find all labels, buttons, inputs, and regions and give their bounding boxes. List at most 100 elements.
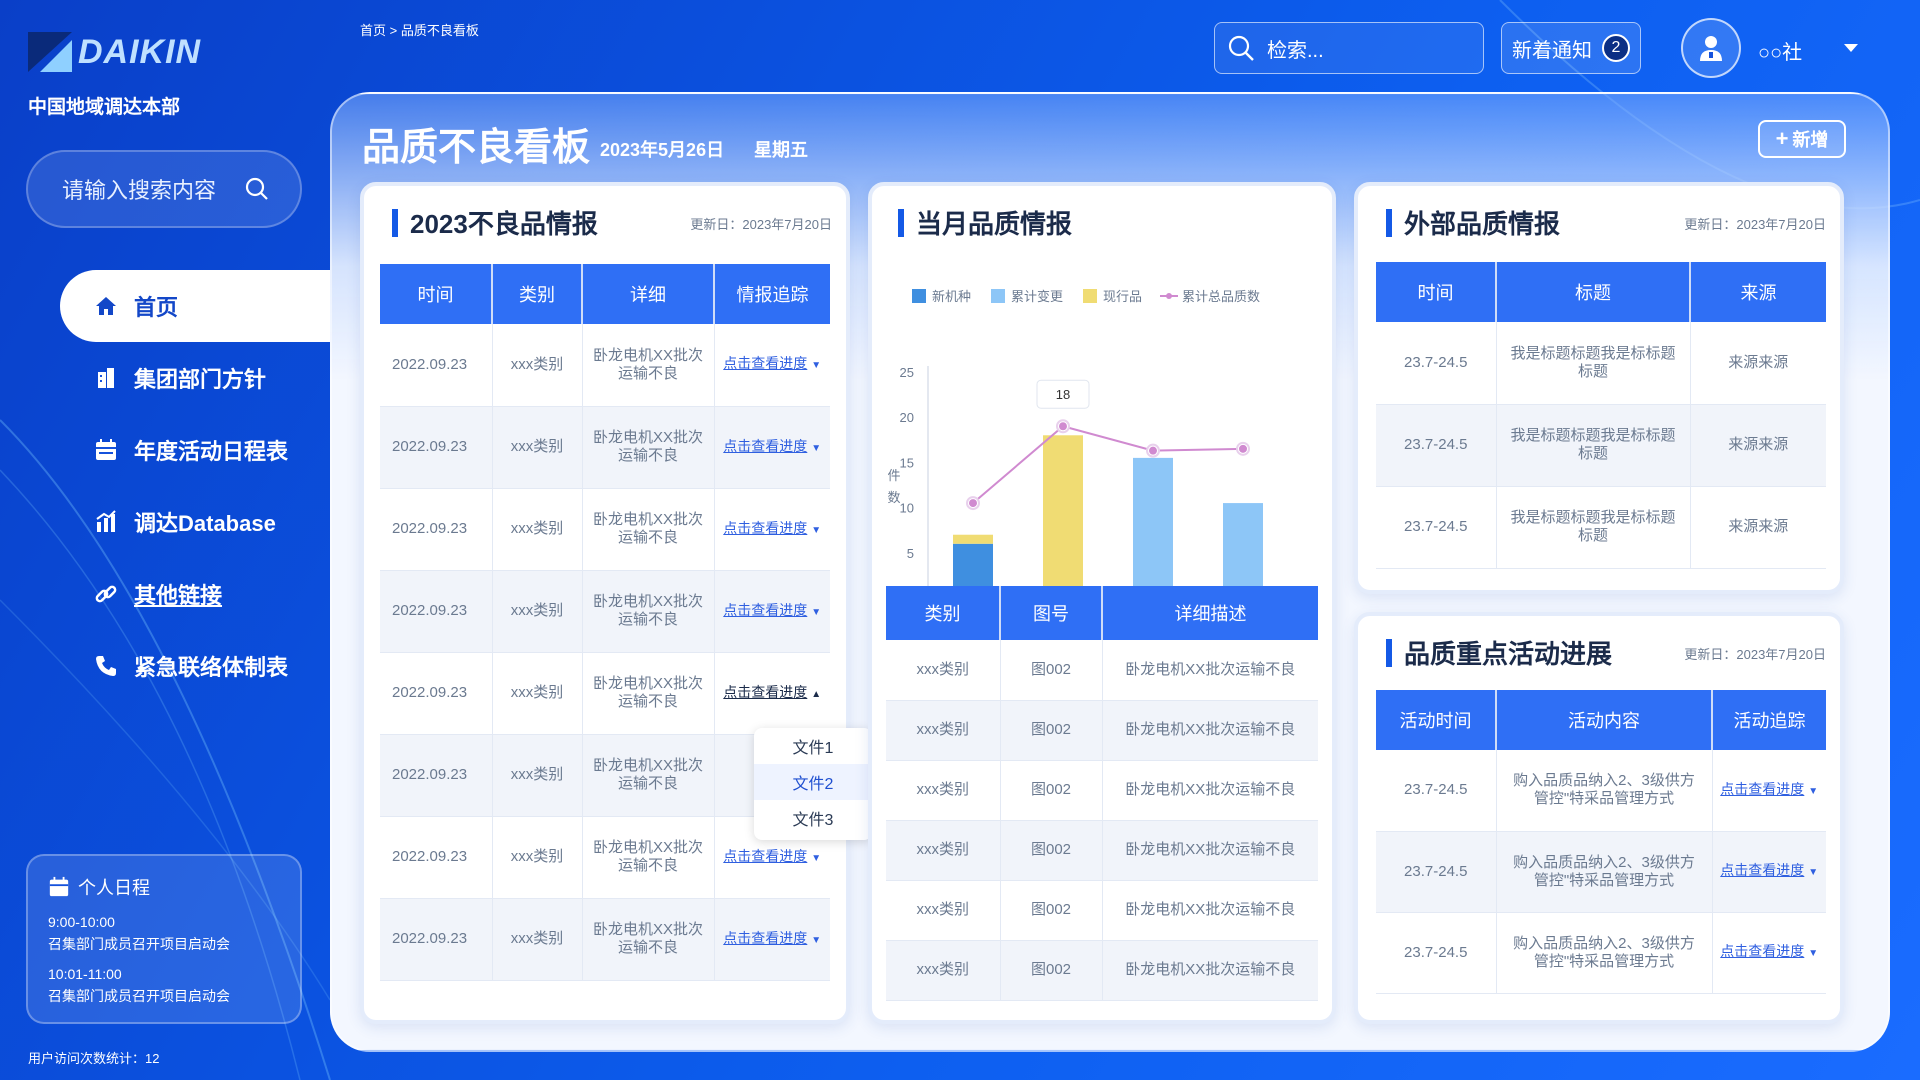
- track-link-label: 点击查看进度: [723, 437, 808, 454]
- table-cell: 卧龙电机XX批次运输不良: [582, 816, 715, 899]
- column-header: 标题: [1496, 262, 1691, 322]
- caret-down-icon[interactable]: ▼: [811, 850, 821, 868]
- line-point: [1239, 444, 1247, 453]
- table-cell: 图002: [1000, 820, 1103, 881]
- caret-down-icon[interactable]: ▼: [811, 604, 821, 622]
- defects-card: 2023不良品情报 更新日：2023年7月20日 时间 类别 详细 情报追踪 2…: [360, 182, 850, 1024]
- table-cell: 2022.09.23: [380, 488, 493, 571]
- caret-down-icon[interactable]: ▼: [811, 357, 821, 375]
- track-progress-link[interactable]: 点击查看进度 ▼: [723, 438, 821, 454]
- table-cell: 点击查看进度 ▼: [1712, 912, 1826, 994]
- dropdown-option[interactable]: 文件3: [754, 800, 872, 836]
- track-progress-link[interactable]: 点击查看进度 ▼: [723, 848, 821, 864]
- cell-text: 2022.09.23: [392, 766, 468, 783]
- cell-text: 购入品质品纳入2、3级供方管控"特采品管理方式: [1513, 772, 1695, 808]
- table-row: 23.7-24.5 我是标题标题我是标标题标题 来源来源: [1376, 322, 1826, 405]
- track-progress-link[interactable]: 点击查看进度 ▼: [1720, 943, 1818, 959]
- sidebar-search-input[interactable]: 请输入搜索内容: [26, 150, 302, 228]
- caret-down-icon[interactable]: ▼: [811, 522, 821, 540]
- notification-label: 新着通知: [1512, 39, 1592, 62]
- track-progress-link[interactable]: 点击查看进度 ▼: [1720, 862, 1818, 878]
- table-cell: 卧龙电机XX批次运输不良: [1102, 820, 1318, 881]
- table-cell: 图002: [1000, 940, 1103, 1001]
- y-tick-label: 20: [900, 410, 914, 425]
- table-row: 2022.09.23 xxx类别 卧龙电机XX批次运输不良 点击查看进度 ▲: [380, 652, 830, 735]
- cell-text: 23.7-24.5: [1404, 353, 1468, 371]
- card-title: 品质重点活动进展: [1404, 639, 1613, 669]
- table-cell: 卧龙电机XX批次运输不良: [582, 488, 715, 571]
- cell-text: 我是标题标题我是标标题标题: [1510, 427, 1676, 462]
- table-cell: 2022.09.23: [380, 652, 493, 735]
- table-cell: 23.7-24.5: [1376, 404, 1497, 487]
- table-cell: xxx类别: [492, 898, 583, 981]
- caret-down-icon[interactable]: ▼: [1808, 945, 1818, 963]
- track-progress-link[interactable]: 点击查看进度 ▼: [723, 520, 821, 536]
- table-row: xxx类别 图002 卧龙电机XX批次运输不良: [886, 700, 1318, 761]
- caret-down-icon[interactable]: ▼: [811, 440, 821, 458]
- track-progress-link[interactable]: 点击查看进度 ▼: [723, 930, 821, 946]
- search-icon[interactable]: [244, 176, 270, 202]
- table-cell: xxx类别: [492, 488, 583, 571]
- track-progress-link[interactable]: 点击查看进度 ▼: [723, 602, 821, 618]
- table-cell: xxx类别: [492, 570, 583, 653]
- dropdown-option[interactable]: 文件2: [754, 764, 872, 800]
- user-name[interactable]: ○○社: [1758, 36, 1802, 65]
- monthly-table: 类别 图号 详细描述 xxx类别 图002 卧龙电机XX批次运输不良 xxx类别 图00…: [886, 586, 1318, 1001]
- sidebar-item-home[interactable]: 首页: [60, 270, 330, 342]
- activity-table: 活动时间 活动内容 活动追踪 23.7-24.5 购入品质品纳入2、3级供方管控"…: [1376, 690, 1826, 994]
- add-button[interactable]: + 新增: [1758, 120, 1846, 158]
- sidebar-item-label: 集团部门方针: [134, 367, 267, 392]
- visit-count: 用户访问次数统计：12: [28, 1051, 160, 1066]
- table-cell: 卧龙电机XX批次运输不良: [1102, 940, 1318, 1001]
- table-cell: xxx类别: [886, 880, 1001, 941]
- cell-text: 图002: [1030, 781, 1072, 798]
- notification-badge: 2: [1602, 34, 1630, 62]
- sidebar-item-emergency[interactable]: 紧急联络体制表: [60, 630, 330, 702]
- avatar[interactable]: [1681, 18, 1741, 78]
- track-link-label: 点击查看进度: [723, 929, 808, 946]
- chevron-down-icon[interactable]: [1844, 44, 1858, 52]
- table-row: xxx类别 图002 卧龙电机XX批次运输不良: [886, 820, 1318, 881]
- line-point: [1149, 446, 1157, 455]
- brand-logo[interactable]: DAIKIN: [28, 32, 201, 72]
- y-tick-label: 5: [907, 546, 914, 561]
- cell-text: 购入品质品纳入2、3级供方管控"特采品管理方式: [1513, 934, 1695, 970]
- notification-button[interactable]: 新着通知 2: [1501, 22, 1641, 74]
- y-tick-label: 10: [900, 501, 914, 516]
- track-progress-link[interactable]: 点击查看进度 ▼: [1720, 781, 1818, 797]
- table-cell: 卧龙电机XX批次运输不良: [1102, 880, 1318, 941]
- track-progress-link[interactable]: 点击查看进度 ▼: [723, 355, 821, 371]
- cell-text: 卧龙电机XX批次运输不良: [592, 757, 703, 792]
- caret-down-icon[interactable]: ▼: [1808, 864, 1818, 882]
- external-card: 外部品质情报 更新日：2023年7月20日 时间 标题 来源 23.7-24.5…: [1354, 182, 1844, 594]
- cell-text: xxx类别: [510, 930, 564, 947]
- table-row: 2022.09.23 xxx类别 卧龙电机XX批次运输不良 点击查看进度 ▼: [380, 570, 830, 653]
- table-cell: 来源来源: [1690, 322, 1826, 405]
- cell-text: 卧龙电机XX批次运输不良: [592, 429, 703, 464]
- cell-text: xxx类别: [510, 438, 564, 455]
- table-cell: 23.7-24.5: [1376, 831, 1497, 913]
- cell-text: 卧龙电机XX批次运输不良: [592, 593, 703, 628]
- sidebar-item-policy[interactable]: 集团部门方针: [60, 342, 330, 414]
- top-search-input[interactable]: 检索...: [1214, 22, 1484, 74]
- table-cell: 点击查看进度 ▼: [1712, 750, 1826, 832]
- table-cell: 23.7-24.5: [1376, 750, 1497, 832]
- legend-marker: [1166, 293, 1172, 299]
- sidebar-item-database[interactable]: 调达Database: [60, 486, 330, 558]
- table-row: 23.7-24.5 购入品质品纳入2、3级供方管控"特采品管理方式 点击查看进度 ▼: [1376, 912, 1826, 994]
- table-cell: 卧龙电机XX批次运输不良: [1102, 640, 1318, 701]
- caret-down-icon[interactable]: ▼: [1808, 783, 1818, 801]
- sidebar-item-label: 年度活动日程表: [134, 439, 289, 464]
- cell-text: 23.7-24.5: [1404, 943, 1468, 961]
- sidebar-item-links[interactable]: 其他链接: [60, 558, 330, 630]
- sidebar-item-calendar[interactable]: 年度活动日程表: [60, 414, 330, 486]
- user-icon: [1700, 36, 1722, 61]
- caret-up-icon[interactable]: ▲: [811, 686, 821, 704]
- column-header: 图号: [1000, 586, 1103, 640]
- track-progress-link[interactable]: 点击查看进度 ▲: [723, 684, 821, 700]
- table-cell: 来源来源: [1690, 486, 1826, 569]
- cell-text: xxx类别: [510, 766, 564, 783]
- caret-down-icon[interactable]: ▼: [811, 932, 821, 950]
- line-point: [1059, 422, 1067, 431]
- dropdown-option[interactable]: 文件1: [754, 728, 872, 764]
